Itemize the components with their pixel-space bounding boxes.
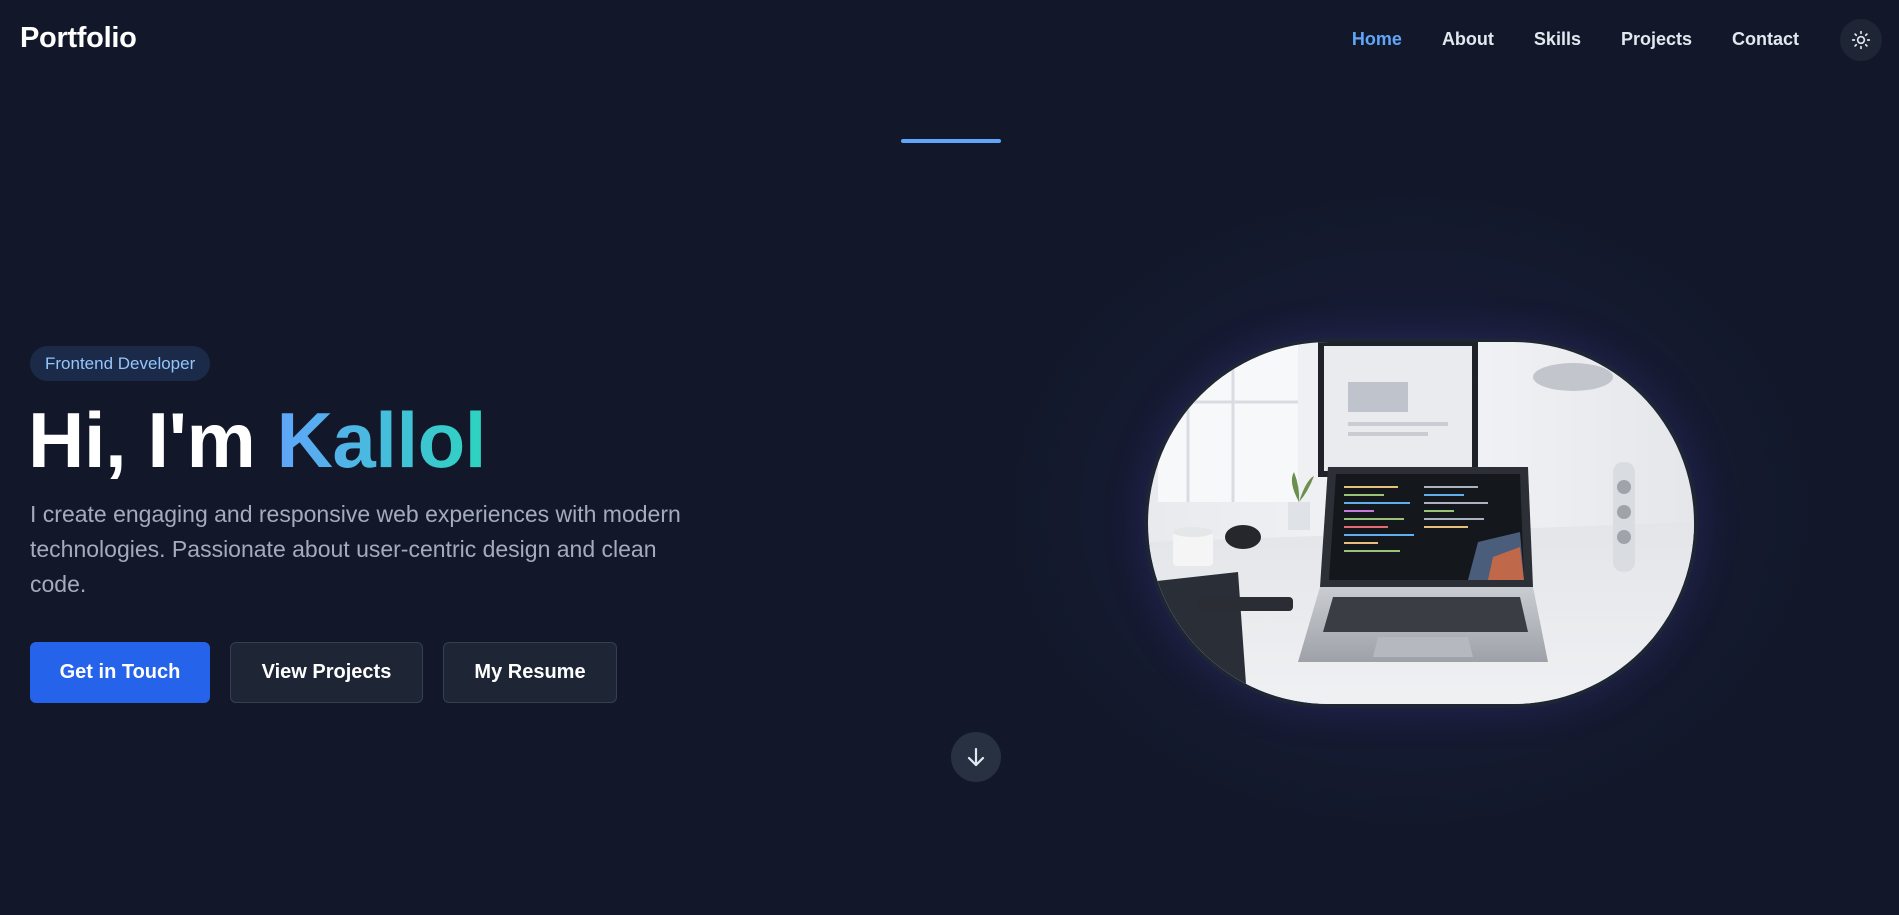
hero-description: I create engaging and responsive web exp… xyxy=(30,501,681,597)
view-projects-button[interactable]: View Projects xyxy=(230,642,423,703)
page: Portfolio Home About Skills Projects Con… xyxy=(0,0,1899,915)
nav-contact[interactable]: Contact xyxy=(1732,29,1799,50)
nav-home[interactable]: Home xyxy=(1352,29,1402,50)
nav-projects[interactable]: Projects xyxy=(1621,29,1692,50)
arrow-down-icon xyxy=(967,747,985,767)
role-badge: Frontend Developer xyxy=(30,346,211,381)
hero-title-name: Kallol xyxy=(276,396,487,484)
my-resume-button[interactable]: My Resume xyxy=(443,642,617,703)
main-nav: Home About Skills Projects Contact xyxy=(1312,29,1799,50)
hero-title: Hi, I'm Kallol xyxy=(28,395,486,485)
site-header: Portfolio Home About Skills Projects Con… xyxy=(0,0,1899,80)
scroll-progress-bar xyxy=(901,139,1001,143)
theme-toggle-button[interactable] xyxy=(1840,19,1882,61)
logo[interactable]: Portfolio xyxy=(20,22,137,55)
hero-image-laptop-desk xyxy=(1144,338,1698,708)
nav-about[interactable]: About xyxy=(1442,29,1494,50)
get-in-touch-button[interactable]: Get in Touch xyxy=(30,642,210,703)
hero-title-prefix: Hi, I'm xyxy=(28,396,277,484)
nav-skills[interactable]: Skills xyxy=(1534,29,1581,50)
scroll-down-button[interactable] xyxy=(951,732,1001,782)
sun-icon xyxy=(1851,30,1871,50)
